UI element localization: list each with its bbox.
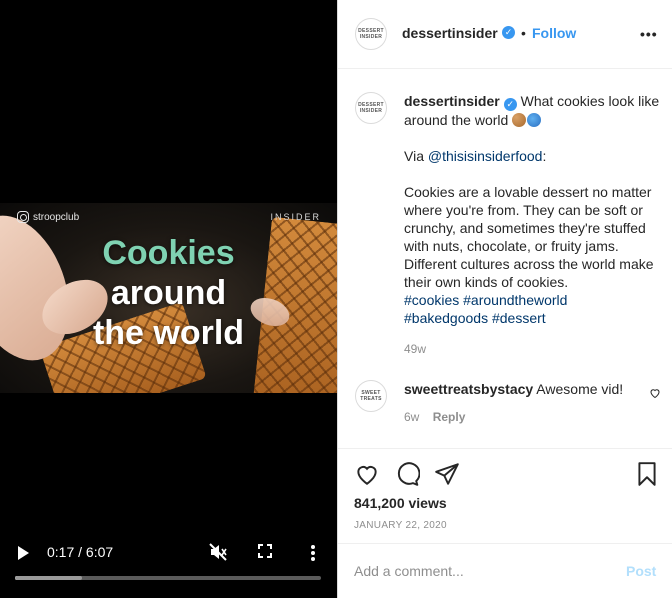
follow-button[interactable]: Follow bbox=[532, 25, 576, 41]
view-count[interactable]: 841,200 views bbox=[354, 495, 447, 511]
post-date[interactable]: JANUARY 22, 2020 bbox=[354, 520, 447, 531]
comment-username[interactable]: sweettreatsbystacy bbox=[404, 381, 533, 397]
caption-username[interactable]: dessertinsider bbox=[404, 93, 500, 109]
video-progress-bar[interactable] bbox=[15, 576, 321, 580]
via-suffix: : bbox=[542, 148, 547, 164]
globe-emoji-icon bbox=[527, 113, 542, 127]
comment-timestamp[interactable]: 6w bbox=[404, 410, 419, 424]
avatar-text: DESSERT INSIDER bbox=[358, 28, 384, 40]
cookie-emoji-icon bbox=[512, 113, 527, 127]
via-handle-link[interactable]: @thisisinsiderfood bbox=[428, 148, 543, 164]
hashtags-line-1[interactable]: #cookies #aroundtheworld bbox=[404, 292, 567, 308]
brand-mark: INSIDER bbox=[270, 212, 321, 222]
fullscreen-icon[interactable] bbox=[258, 544, 272, 558]
play-icon[interactable] bbox=[18, 546, 29, 560]
headline-line-1: Cookies bbox=[102, 234, 235, 272]
headline-line-3: the world bbox=[92, 314, 245, 352]
more-vertical-icon[interactable] bbox=[306, 543, 320, 563]
comment-input[interactable] bbox=[354, 560, 604, 582]
caption-timestamp[interactable]: 49w bbox=[404, 342, 426, 356]
via-prefix: Via bbox=[404, 148, 428, 164]
more-options-icon[interactable]: ••• bbox=[640, 26, 658, 42]
video-frame[interactable]: stroopclub INSIDER Cookies around the wo… bbox=[0, 203, 337, 393]
author-username[interactable]: dessertinsider bbox=[402, 25, 498, 41]
verified-badge-icon: ✓ bbox=[502, 26, 515, 39]
video-player[interactable]: stroopclub INSIDER Cookies around the wo… bbox=[0, 0, 337, 598]
video-controls: 0:17 / 6:07 bbox=[0, 538, 337, 568]
avatar-text: SWEET TREATS bbox=[360, 390, 382, 402]
avatar[interactable]: SWEET TREATS bbox=[355, 380, 387, 412]
comment-bubble-icon[interactable] bbox=[394, 461, 420, 487]
avatar[interactable]: DESSERT INSIDER bbox=[355, 92, 387, 124]
buffered-range bbox=[15, 576, 83, 580]
time-display: 0:17 / 6:07 bbox=[47, 544, 114, 560]
bookmark-icon[interactable] bbox=[634, 461, 660, 487]
separator-dot: • bbox=[521, 25, 526, 41]
caption-text: dessertinsider ✓ What cookies look like a… bbox=[404, 92, 660, 327]
heart-icon[interactable] bbox=[354, 461, 380, 487]
post-details-panel: DESSERT INSIDER dessertinsider ✓ • Follo… bbox=[337, 0, 672, 598]
comment-meta: 6w Reply bbox=[404, 410, 465, 424]
comment-body: Awesome vid! bbox=[533, 381, 624, 397]
verified-badge-icon: ✓ bbox=[503, 98, 517, 111]
watermark-handle: stroopclub bbox=[33, 211, 80, 223]
avatar[interactable]: DESSERT INSIDER bbox=[355, 18, 387, 50]
post-actions: 841,200 views JANUARY 22, 2020 bbox=[338, 448, 672, 543]
post-header: DESSERT INSIDER dessertinsider ✓ • Follo… bbox=[338, 0, 672, 69]
caption-body: Cookies are a lovable dessert no matter … bbox=[404, 184, 658, 290]
video-headline: Cookies around the world bbox=[0, 233, 337, 353]
paper-plane-icon[interactable] bbox=[434, 461, 460, 487]
comment-composer: Post bbox=[338, 543, 672, 598]
muted-speaker-icon[interactable] bbox=[208, 542, 228, 562]
post-button[interactable]: Post bbox=[626, 563, 656, 579]
comment-text: sweettreatsbystacy Awesome vid! bbox=[404, 380, 623, 398]
avatar-text: DESSERT INSIDER bbox=[358, 102, 384, 114]
instagram-icon bbox=[17, 211, 29, 223]
heart-icon[interactable] bbox=[649, 387, 661, 399]
reply-button[interactable]: Reply bbox=[433, 410, 466, 424]
headline-line-2: around bbox=[110, 274, 227, 312]
hashtags-line-2[interactable]: #bakedgoods #dessert bbox=[404, 310, 546, 326]
video-watermark: stroopclub bbox=[17, 211, 79, 223]
